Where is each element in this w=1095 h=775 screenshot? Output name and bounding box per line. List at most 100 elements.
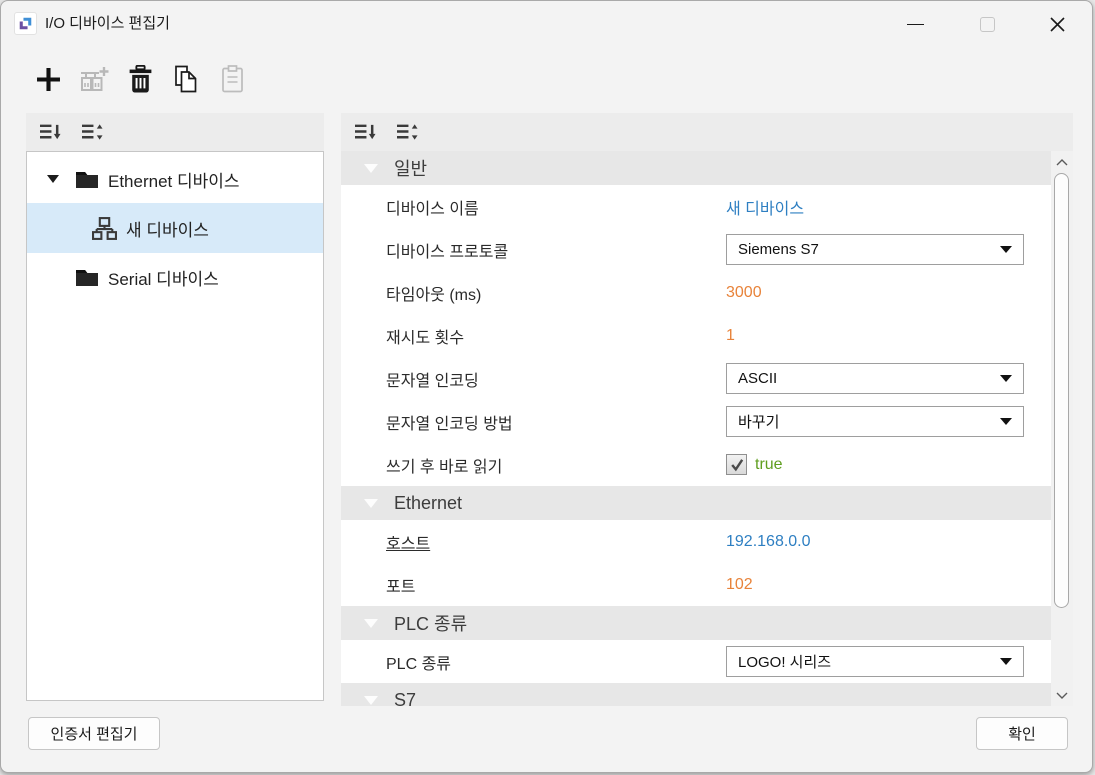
property-row-timeout: 타임아웃 (ms) 3000 xyxy=(341,271,1051,314)
titlebar: I/O 디바이스 편집기 xyxy=(1,1,1092,47)
close-button[interactable] xyxy=(1038,7,1076,41)
property-row-plc-type: PLC 종류 LOGO! 시리즈 xyxy=(341,640,1051,683)
property-label: PLC 종류 xyxy=(386,650,726,674)
tree-item-new-device[interactable]: 새 디바이스 xyxy=(27,203,323,253)
retry-count-value[interactable]: 1 xyxy=(726,327,735,345)
property-label: 재시도 횟수 xyxy=(386,324,726,348)
tree-item-label: Serial 디바이스 xyxy=(108,265,219,290)
plc-type-dropdown[interactable]: LOGO! 시리즈 xyxy=(726,646,1024,677)
sort-updown-icon[interactable] xyxy=(79,120,105,144)
chevron-up-icon xyxy=(1056,159,1068,166)
timeout-value[interactable]: 3000 xyxy=(726,284,762,302)
delete-button[interactable] xyxy=(123,60,157,98)
folder-icon xyxy=(75,268,99,287)
close-icon xyxy=(1049,16,1066,33)
maximize-icon xyxy=(980,17,995,32)
property-label: 디바이스 이름 xyxy=(386,195,726,219)
ok-button[interactable]: 확인 xyxy=(976,717,1068,750)
chevron-down-icon xyxy=(1000,375,1012,382)
dropdown-value: Siemens S7 xyxy=(738,241,819,258)
tree-item-label: Ethernet 디바이스 xyxy=(108,167,240,192)
property-label: 호스트 xyxy=(386,530,726,554)
copy-button[interactable] xyxy=(169,60,203,98)
minimize-icon xyxy=(907,24,924,25)
dropdown-value: LOGO! 시리즈 xyxy=(738,651,831,672)
tree-toolbar xyxy=(26,113,324,151)
chevron-down-icon xyxy=(1056,692,1068,699)
vertical-scrollbar[interactable] xyxy=(1051,151,1073,706)
sort-descending-icon[interactable] xyxy=(37,120,63,144)
tree-item-serial-devices[interactable]: Serial 디바이스 xyxy=(27,253,323,301)
collapse-triangle-icon xyxy=(364,164,378,173)
port-value[interactable]: 102 xyxy=(726,576,753,594)
app-logo-icon xyxy=(14,12,37,35)
plus-icon xyxy=(34,65,63,94)
chevron-down-icon xyxy=(1000,246,1012,253)
main-toolbar xyxy=(1,57,1092,101)
section-ethernet[interactable]: Ethernet xyxy=(341,486,1051,520)
folder-icon xyxy=(75,170,99,189)
section-s7[interactable]: S7 xyxy=(341,683,1051,706)
property-label: 문자열 인코딩 xyxy=(386,367,726,391)
add-device-button[interactable] xyxy=(31,60,65,98)
window-title: I/O 디바이스 편집기 xyxy=(45,1,170,47)
tree-item-label: 새 디바이스 xyxy=(126,216,209,241)
device-tree-panel: Ethernet 디바이스 새 디바이스 Serial 디바이스 xyxy=(26,113,324,701)
property-row-encoding-method: 문자열 인코딩 방법 바꾸기 xyxy=(341,400,1051,443)
network-device-icon xyxy=(92,217,117,240)
scrollbar-thumb[interactable] xyxy=(1054,173,1069,608)
tree-item-ethernet-devices[interactable]: Ethernet 디바이스 xyxy=(27,155,323,203)
property-row-protocol: 디바이스 프로토콜 Siemens S7 xyxy=(341,228,1051,271)
property-row-device-name: 디바이스 이름 새 디바이스 xyxy=(341,185,1051,228)
encoding-method-dropdown[interactable]: 바꾸기 xyxy=(726,406,1024,437)
maximize-button xyxy=(968,7,1006,41)
chevron-down-icon xyxy=(1000,658,1012,665)
property-label: 문자열 인코딩 방법 xyxy=(386,410,726,434)
sort-descending-icon[interactable] xyxy=(352,120,378,144)
trash-icon xyxy=(128,65,153,93)
tree-expander-icon[interactable] xyxy=(47,175,59,183)
section-label: PLC 종류 xyxy=(394,610,467,636)
add-station-button xyxy=(77,60,111,98)
read-after-write-checkbox[interactable] xyxy=(726,454,747,475)
section-plc-type[interactable]: PLC 종류 xyxy=(341,606,1051,640)
section-label: Ethernet xyxy=(394,493,462,514)
property-row-host: 호스트 192.168.0.0 xyxy=(341,520,1051,563)
host-value[interactable]: 192.168.0.0 xyxy=(726,533,811,551)
copy-icon xyxy=(173,65,199,93)
scroll-down-button[interactable] xyxy=(1051,686,1073,704)
section-label: 일반 xyxy=(394,155,427,181)
device-name-value[interactable]: 새 디바이스 xyxy=(726,195,804,219)
collapse-triangle-icon xyxy=(364,499,378,508)
protocol-dropdown[interactable]: Siemens S7 xyxy=(726,234,1024,265)
checkbox-value-label: true xyxy=(755,456,783,474)
property-row-retry-count: 재시도 횟수 1 xyxy=(341,314,1051,357)
property-grid: 일반 디바이스 이름 새 디바이스 디바이스 프로토콜 Siemens S7 타… xyxy=(341,151,1051,706)
station-plus-icon xyxy=(79,65,109,93)
property-row-port: 포트 102 xyxy=(341,563,1051,606)
collapse-triangle-icon xyxy=(364,696,378,705)
scroll-up-button[interactable] xyxy=(1051,153,1073,171)
chevron-down-icon xyxy=(1000,418,1012,425)
property-row-read-after-write: 쓰기 후 바로 읽기 true xyxy=(341,443,1051,486)
string-encoding-dropdown[interactable]: ASCII xyxy=(726,363,1024,394)
dropdown-value: 바꾸기 xyxy=(738,411,779,432)
certificate-editor-button[interactable]: 인증서 편집기 xyxy=(28,717,160,750)
minimize-button[interactable] xyxy=(896,7,934,41)
property-label: 디바이스 프로토콜 xyxy=(386,238,726,262)
property-label: 쓰기 후 바로 읽기 xyxy=(386,453,726,477)
property-toolbar xyxy=(341,113,1073,151)
property-panel: 일반 디바이스 이름 새 디바이스 디바이스 프로토콜 Siemens S7 타… xyxy=(341,113,1073,706)
property-row-string-encoding: 문자열 인코딩 ASCII xyxy=(341,357,1051,400)
io-device-editor-window: I/O 디바이스 편집기 xyxy=(0,0,1093,773)
paste-button xyxy=(215,60,249,98)
property-label: 타임아웃 (ms) xyxy=(386,281,726,305)
sort-updown-icon[interactable] xyxy=(394,120,420,144)
check-icon xyxy=(729,457,745,473)
device-tree: Ethernet 디바이스 새 디바이스 Serial 디바이스 xyxy=(26,151,324,701)
section-general[interactable]: 일반 xyxy=(341,151,1051,185)
property-label: 포트 xyxy=(386,573,726,597)
collapse-triangle-icon xyxy=(364,619,378,628)
section-label: S7 xyxy=(394,690,416,707)
paste-icon xyxy=(220,65,245,93)
